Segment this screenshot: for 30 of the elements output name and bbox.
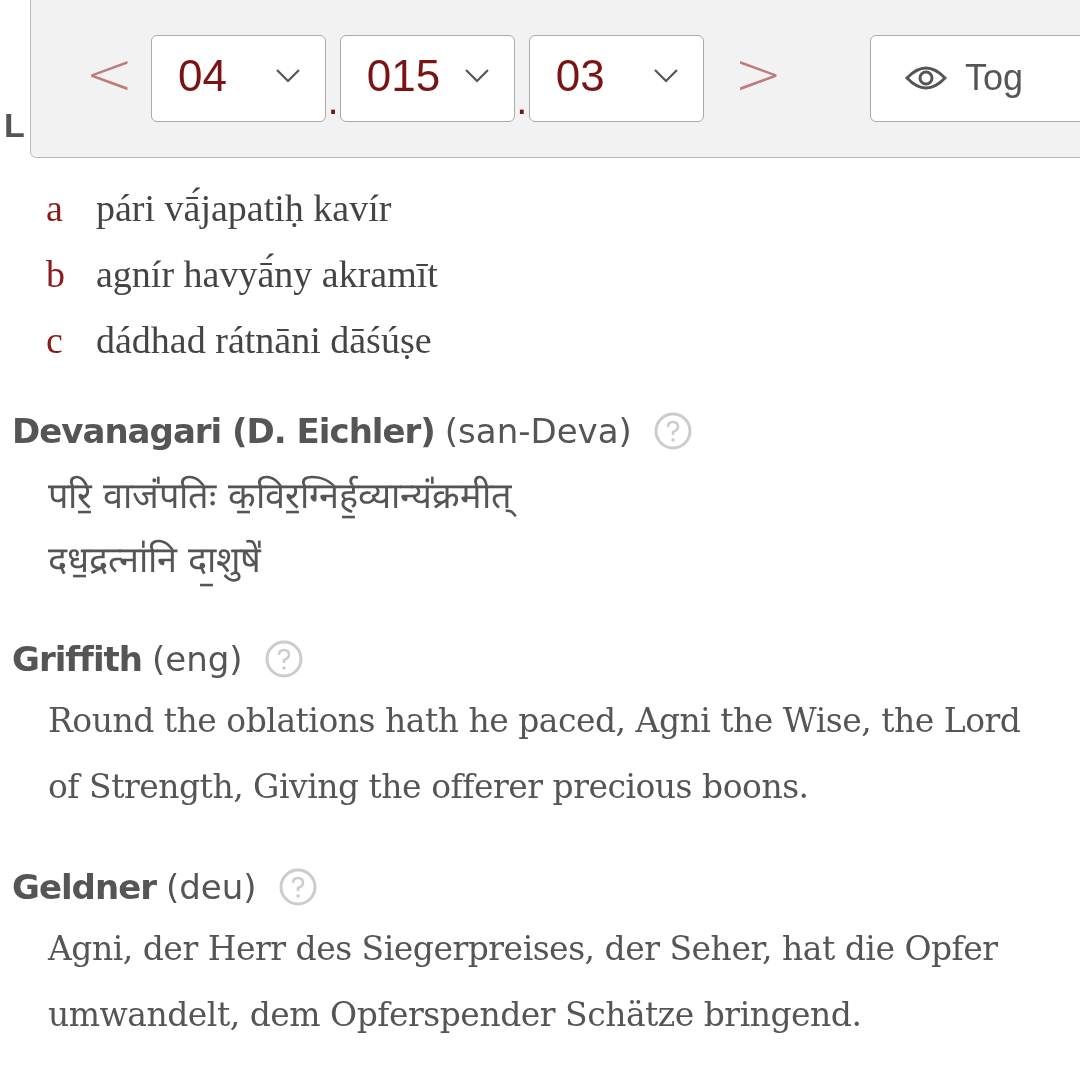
devanagari-line: परि॒ वाजं॑पतिः क॒विर॒ग्निर्ह॒व्यान्यं॑क्रमीत् [48, 464, 1080, 528]
chevron-down-icon [464, 68, 491, 84]
help-icon[interactable] [264, 640, 303, 678]
number-select[interactable]: 015 [339, 34, 516, 122]
translation-text: Round the oblations hath he paced, Agni the Wise, the Lord of Strength, Giving the offerer precious boons. [48, 700, 1022, 808]
eye-icon [905, 64, 947, 92]
language-code: (deu) [166, 866, 257, 909]
separator-dot: . [515, 78, 529, 123]
number-select[interactable]: 03 [528, 34, 704, 122]
line-label: c [46, 318, 64, 363]
verse-line: pári vā́japatiḥ kavír [96, 186, 392, 231]
verse-line: dádhad rátnāni dāśúṣe [96, 318, 432, 363]
verse-line: agnír havyā́ny akramīt [96, 252, 438, 297]
heading-text: L [4, 105, 25, 146]
devanagari-line: दध॒द्रत्ना॑नि दा॒शुषे॑ [48, 528, 1080, 592]
section-title: Geldner [12, 866, 156, 909]
chevron-down-icon [653, 68, 679, 84]
section-title: Devanagari (D. Eichler) [12, 410, 435, 453]
translation-text: Agni, der Herr des Siegerpreises, der Seher, hat die Opfer umwandelt, dem Opferspender Schätze bringend. [48, 928, 999, 1036]
line-label: a [46, 186, 64, 231]
line-label: b [46, 252, 66, 297]
number-select[interactable]: 04 [151, 34, 327, 122]
separator-dot: . [326, 78, 340, 123]
language-code: (san-Deva) [444, 410, 632, 453]
help-icon[interactable] [278, 868, 317, 906]
help-icon[interactable] [653, 412, 692, 450]
section-title: Griffith [12, 638, 143, 681]
language-code: (eng) [152, 638, 243, 681]
chevron-down-icon [275, 68, 302, 84]
toggle-button[interactable]: Tog [870, 34, 1080, 122]
